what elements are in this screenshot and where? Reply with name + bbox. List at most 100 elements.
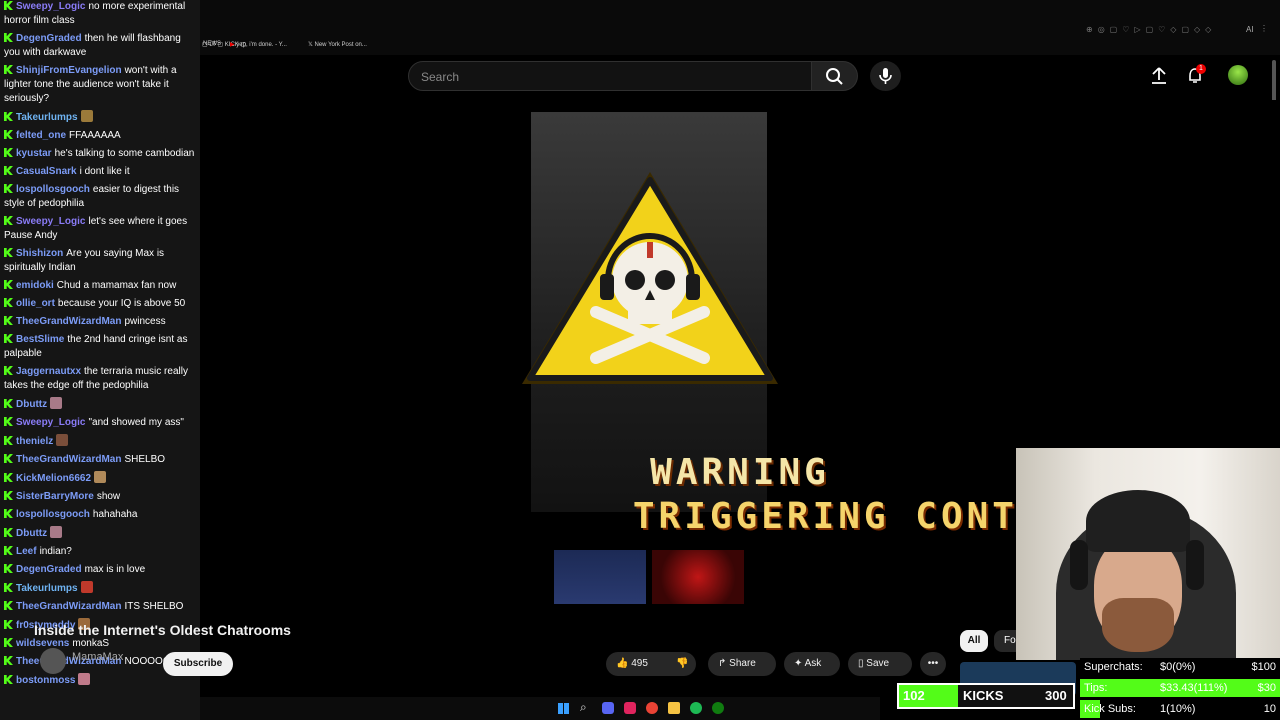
chat-username[interactable]: Sweepy_Logic [16, 417, 85, 428]
chat-username[interactable]: BestSlime [16, 334, 64, 345]
chat-username[interactable]: TheeGrandWizardMan [16, 454, 121, 465]
search-input[interactable]: Search [408, 61, 812, 91]
microphone-icon [879, 68, 892, 84]
chat-message: emidoki Chud a mamamax fan now [0, 279, 200, 297]
kick-badge-icon [4, 473, 13, 482]
kick-badge-icon [4, 366, 13, 375]
chat-message: Sweepy_Logic no more experimental horror … [0, 0, 200, 32]
spotify-icon[interactable] [690, 702, 702, 714]
search-icon [826, 68, 843, 85]
chat-username[interactable]: DegenGraded [16, 564, 82, 575]
kick-badge-icon [4, 564, 13, 573]
more-actions-button[interactable]: ••• [920, 652, 946, 676]
like-dislike-group: 👍 495 👎 [606, 652, 696, 676]
chat-username[interactable]: wildsevens [16, 638, 69, 649]
emote-icon [80, 581, 93, 593]
chat-message: DegenGraded max is in love [0, 563, 200, 581]
chat-message: lospollosgooch hahahaha [0, 508, 200, 526]
notifications-button[interactable]: 1 [1186, 64, 1206, 86]
chat-username[interactable]: Shishizon [16, 248, 63, 259]
chat-message: TheeGrandWizardMan SHELBO [0, 453, 200, 471]
subs-label: Kick Subs: [1084, 703, 1136, 715]
chat-message: felted_one FFAAAAAA [0, 129, 200, 147]
chat-username[interactable]: TheeGrandWizardMan [16, 601, 121, 612]
chat-username[interactable]: lospollosgooch [16, 184, 90, 195]
chat-username[interactable]: ShinjiFromEvangelion [16, 65, 122, 76]
chat-message: Takeurlumps [0, 110, 200, 129]
chat-username[interactable]: DegenGraded [16, 33, 82, 44]
chat-message: Jaggernautxx the terraria music really ta… [0, 365, 200, 397]
kick-badge-icon [4, 280, 13, 289]
share-button[interactable]: ↱ Share [708, 652, 776, 676]
chat-username[interactable]: Takeurlumps [16, 112, 78, 123]
chat-username[interactable]: thenielz [16, 436, 53, 447]
chat-message: lospollosgooch easier to digest this styl… [0, 183, 200, 215]
menu-icon[interactable]: ⋮ [1260, 24, 1268, 33]
chat-username[interactable]: felted_one [16, 130, 66, 141]
chat-username[interactable]: emidoki [16, 280, 54, 291]
channel-avatar[interactable] [40, 648, 66, 674]
folder-icon[interactable] [668, 702, 680, 714]
chat-username[interactable]: Jaggernautxx [16, 366, 81, 377]
avatar[interactable] [1228, 65, 1248, 85]
video-title: Inside the Internet's Oldest Chatrooms [34, 622, 291, 638]
chat-username[interactable]: Sweepy_Logic [16, 1, 85, 12]
chat-message: BestSlime the 2nd hand cringe isnt as pal… [0, 333, 200, 365]
upload-icon[interactable] [1150, 66, 1168, 86]
superchats-value: $0(0%) [1160, 661, 1196, 673]
save-button[interactable]: ▯ Save [848, 652, 912, 676]
subs-value: 1(10%) [1160, 703, 1196, 715]
kick-badge-icon [4, 675, 13, 684]
chat-username[interactable]: Takeurlumps [16, 583, 78, 594]
emote-icon [80, 110, 93, 122]
tips-row: Tips: $33.43(111%) $30 [1080, 679, 1280, 697]
chat-username[interactable]: lospollosgooch [16, 509, 90, 520]
kick-badge-icon [4, 656, 13, 665]
chat-username[interactable]: Leef [16, 546, 37, 557]
chat-username[interactable]: ollie_ort [16, 298, 55, 309]
chat-message: Shishizon Are you saying Max is spiritual… [0, 247, 200, 279]
tips-goal: $30 [1257, 682, 1276, 694]
bookmark-news[interactable]: NEWS [203, 41, 221, 47]
chat-username[interactable]: CasualSnark [16, 166, 77, 177]
ask-button[interactable]: ✦ Ask [784, 652, 840, 676]
search-placeholder: Search [421, 70, 460, 84]
xbox-icon[interactable] [712, 702, 724, 714]
chat-username[interactable]: Dbuttz [16, 399, 47, 410]
search-icon[interactable]: ⌕ [580, 700, 587, 715]
chat-username[interactable]: kyustar [16, 148, 52, 159]
kicks-goal: 300 [1045, 688, 1067, 703]
chat-username[interactable]: bostonmoss [16, 675, 75, 686]
filter-chip-all[interactable]: All [960, 630, 988, 652]
kick-badge-icon [4, 491, 13, 500]
chat-username[interactable]: SisterBarryMore [16, 491, 94, 502]
chat-username[interactable]: Sweepy_Logic [16, 216, 85, 227]
bookmark-nypost[interactable]: 𝕏 New York Post on... [308, 41, 367, 48]
chat-message: CasualSnark i dont like it [0, 165, 200, 183]
bookmark-youtube[interactable]: ▶ yep, i'm done. - Y... [230, 41, 287, 48]
emote-icon [50, 397, 63, 409]
like-button[interactable]: 👍 495 [616, 652, 648, 676]
video-thumbnail [554, 550, 646, 604]
discord-icon[interactable] [602, 702, 614, 714]
tips-value: $33.43(111%) [1160, 682, 1228, 694]
channel-name[interactable]: MamaMax [72, 651, 123, 663]
chat-message: bostonmoss [0, 673, 200, 692]
chrome-icon[interactable] [646, 702, 658, 714]
chat-username[interactable]: TheeGrandWizardMan [16, 316, 121, 327]
chat-username[interactable]: Dbuttz [16, 528, 47, 539]
dislike-button[interactable]: 👎 [676, 652, 688, 676]
superchats-label: Superchats: [1084, 661, 1143, 673]
voice-search-button[interactable] [870, 61, 901, 91]
start-icon[interactable] [558, 703, 569, 714]
ai-button[interactable]: AI [1246, 25, 1254, 34]
chat-message: Sweepy_Logic "and showed my ass" [0, 416, 200, 434]
search-button[interactable] [812, 61, 858, 91]
chat-message: TheeGrandWizardMan pwincess [0, 315, 200, 333]
app-icon[interactable] [624, 702, 636, 714]
subs-goal: 10 [1263, 703, 1276, 715]
chat-username[interactable]: KickMelion6662 [16, 473, 91, 484]
kick-badge-icon [4, 184, 13, 193]
extensions-bar[interactable]: ⊕◎▢♡▷▢♡◇▢◇◇ [1086, 25, 1216, 34]
subscribe-button[interactable]: Subscribe [163, 652, 233, 676]
